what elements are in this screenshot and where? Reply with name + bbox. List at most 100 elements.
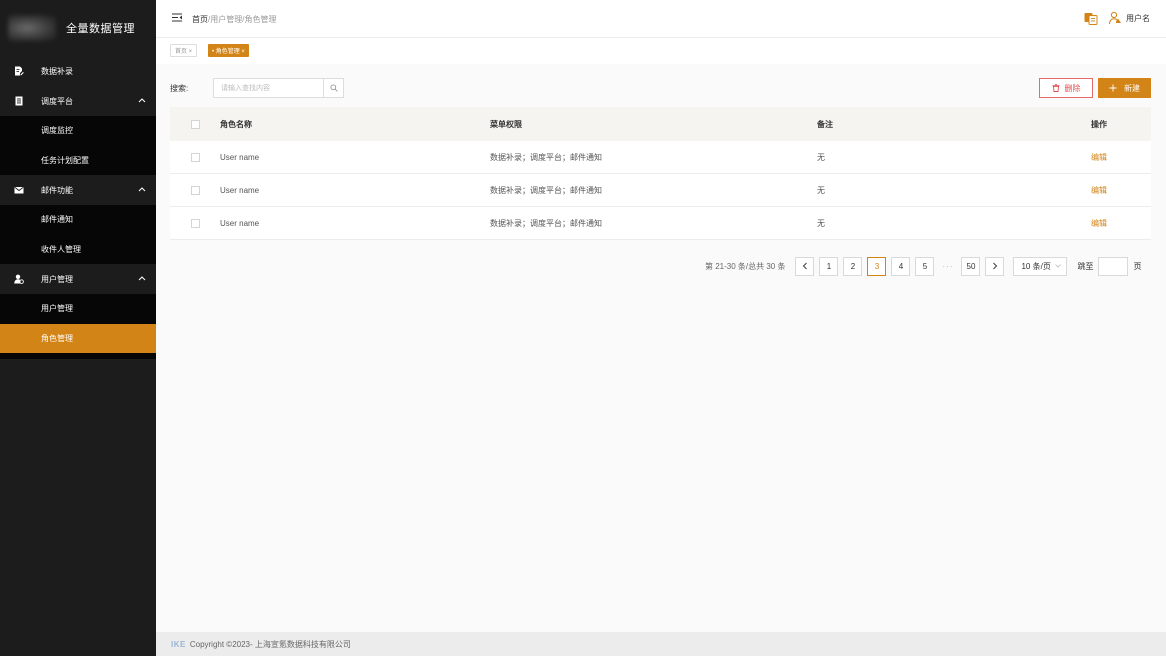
page-ellipsis[interactable]: ···: [939, 262, 956, 271]
edit-link[interactable]: 编辑: [1091, 218, 1151, 229]
logo-image: [8, 15, 56, 41]
table-row: User name 数据补录；调度平台；邮件通知 无 编辑: [170, 174, 1151, 207]
chevron-down-icon: [1055, 264, 1062, 268]
roles-table: 角色名称 菜单权限 备注 操作 User name 数据补录；调度平台；邮件通知…: [170, 107, 1151, 240]
app-title: 全量数据管理: [66, 23, 135, 35]
table-header: 角色名称 菜单权限 备注 操作: [170, 107, 1151, 141]
cell-note: 无: [817, 152, 825, 162]
page-size-value: 10 条/页: [1021, 261, 1051, 271]
pagination-summary: 第 21-30 条/总共 30 条: [705, 261, 786, 271]
row-checkbox[interactable]: [190, 185, 200, 195]
cell-note: 无: [817, 185, 825, 195]
delete-button[interactable]: 删除: [1039, 78, 1093, 98]
sidebar-item-mail-notify[interactable]: 邮件通知: [0, 205, 156, 235]
sidebar-item-roles[interactable]: 角色管理: [0, 323, 156, 353]
column-header-role-name: 角色名称: [220, 119, 252, 129]
cell-role-name: User name: [220, 185, 260, 195]
sidebar-item-user-management[interactable]: 用户管理: [0, 264, 156, 294]
sidebar-menu: 数据补录 调度平台 调度监控 任务计划配置 邮件功能 邮件通知 收件人管理 用户…: [0, 56, 156, 359]
page-button-4[interactable]: 4: [891, 256, 911, 276]
pagination: 第 21-30 条/总共 30 条 1 2 3 4 5 ··· 50 10 条/…: [705, 256, 1141, 276]
chevron-up-icon: [138, 276, 146, 281]
submenu-user-management: 用户管理 角色管理: [0, 294, 156, 359]
goto-label: 跳至: [1077, 261, 1094, 271]
select-all-checkbox[interactable]: [190, 119, 200, 129]
chevron-up-icon: [138, 187, 146, 192]
cell-role-name: User name: [220, 152, 260, 162]
top-header: 首页/用户管理/角色管理 用户名: [156, 0, 1166, 38]
row-check-cell: [170, 152, 220, 162]
row-check-cell: [170, 218, 220, 228]
chevron-left-icon: [802, 262, 807, 270]
page-button-3-current[interactable]: 3: [867, 256, 887, 276]
table-row: User name 数据补录；调度平台；邮件通知 无 编辑: [170, 207, 1151, 240]
user-avatar-icon[interactable]: [1108, 11, 1122, 25]
header-right: 用户名: [1084, 11, 1150, 25]
column-header-actions: 操作: [1091, 119, 1107, 129]
sidebar-item-schedule-monitor[interactable]: 调度监控: [0, 116, 156, 146]
search-button[interactable]: [323, 79, 343, 97]
document-edit-icon: [14, 66, 24, 76]
submenu-scheduling: 调度监控 任务计划配置: [0, 116, 156, 175]
submenu-spacer: [0, 353, 156, 359]
column-header-permissions: 菜单权限: [490, 119, 522, 129]
page-button-5[interactable]: 5: [915, 256, 935, 276]
breadcrumb: 首页/用户管理/角色管理: [192, 14, 276, 25]
search-input[interactable]: [214, 79, 324, 97]
sidebar: 全量数据管理 数据补录 调度平台 调度监控 任务计划配置 邮件功能 邮件通知 收…: [0, 0, 156, 656]
main-content: 搜索: 删除 新建 角色名称 菜单权限 备注 操作 User name 数据补录…: [156, 64, 1166, 632]
cell-role-name: User name: [220, 218, 260, 228]
goto-page-input[interactable]: [1098, 256, 1129, 276]
breadcrumb-home[interactable]: 首页: [192, 15, 208, 24]
row-checkbox[interactable]: [190, 152, 200, 162]
new-label: 新建: [1124, 83, 1140, 93]
tab-role-management[interactable]: • 角色管理 ×: [208, 44, 249, 57]
sidebar-item-label: 用户管理: [41, 274, 73, 284]
page-size-select[interactable]: 10 条/页: [1013, 256, 1068, 276]
sidebar-item-scheduling[interactable]: 调度平台: [0, 86, 156, 116]
mail-icon: [14, 185, 24, 195]
sidebar-item-task-plan-config[interactable]: 任务计划配置: [0, 146, 156, 176]
trash-icon: [1052, 84, 1059, 92]
column-header-note: 备注: [817, 119, 833, 129]
logo-area: 全量数据管理: [0, 0, 156, 56]
goto-unit: 页: [1133, 261, 1142, 271]
row-checkbox[interactable]: [190, 218, 200, 228]
select-all-cell: [170, 119, 220, 129]
username[interactable]: 用户名: [1126, 13, 1150, 24]
cell-permissions: 数据补录；调度平台；邮件通知: [490, 218, 602, 228]
submenu-mail: 邮件通知 收件人管理: [0, 205, 156, 264]
footer: IKE Copyright ©2023- 上海宣氪数据科技有限公司: [156, 632, 1166, 656]
plus-icon: [1109, 84, 1117, 92]
page-button-1[interactable]: 1: [819, 256, 839, 276]
translate-icon[interactable]: [1084, 12, 1098, 25]
sidebar-item-mail[interactable]: 邮件功能: [0, 175, 156, 205]
new-button[interactable]: 新建: [1098, 78, 1151, 98]
prev-page-button[interactable]: [795, 256, 815, 276]
sidebar-item-label: 邮件功能: [41, 185, 73, 195]
edit-link[interactable]: 编辑: [1091, 152, 1151, 163]
page-button-last[interactable]: 50: [961, 256, 981, 276]
page-button-2[interactable]: 2: [843, 256, 863, 276]
tab-home[interactable]: 首页 ×: [170, 44, 198, 57]
calendar-list-icon: [14, 96, 24, 106]
breadcrumb-path: /用户管理/角色管理: [208, 15, 277, 24]
search-box: [213, 78, 344, 98]
sidebar-item-label: 调度平台: [41, 96, 73, 106]
sidebar-item-label: 数据补录: [41, 66, 73, 76]
row-check-cell: [170, 185, 220, 195]
edit-link[interactable]: 编辑: [1091, 185, 1151, 196]
tab-bar: 首页 × • 角色管理 ×: [156, 38, 1166, 64]
cell-permissions: 数据补录；调度平台；邮件通知: [490, 152, 602, 162]
sidebar-item-recipients[interactable]: 收件人管理: [0, 235, 156, 265]
menu-collapse-icon[interactable]: [172, 13, 182, 22]
user-settings-icon: [14, 274, 24, 284]
chevron-up-icon: [138, 98, 146, 103]
sidebar-item-data-entry[interactable]: 数据补录: [0, 56, 156, 86]
chevron-right-icon: [993, 262, 998, 270]
cell-note: 无: [817, 218, 825, 228]
next-page-button[interactable]: [985, 256, 1005, 276]
search-label: 搜索:: [170, 84, 189, 93]
footer-copyright: Copyright ©2023- 上海宣氪数据科技有限公司: [189, 639, 351, 649]
sidebar-item-users[interactable]: 用户管理: [0, 294, 156, 324]
